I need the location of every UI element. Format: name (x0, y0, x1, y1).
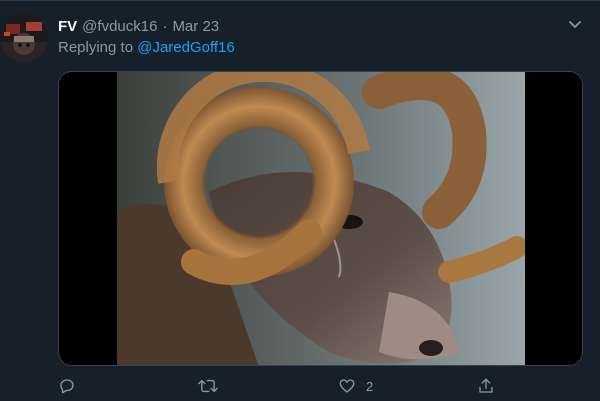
avatar[interactable] (0, 14, 48, 62)
display-name[interactable]: FV (58, 18, 77, 35)
share-icon (477, 377, 495, 395)
retweet-icon (198, 377, 218, 395)
ram-photo (59, 72, 582, 365)
tweet-media-image[interactable] (58, 71, 583, 366)
share-button[interactable] (477, 374, 505, 398)
replying-to: Replying to @JaredGoff16 (58, 39, 235, 56)
tweet-actions: 2 (58, 374, 538, 398)
tweet[interactable]: FV @fvduck16 · Mar 23 Replying to @Jared… (0, 0, 600, 401)
reply-button[interactable] (58, 374, 86, 398)
like-button[interactable]: 2 (338, 374, 373, 398)
retweet-button[interactable] (198, 374, 228, 398)
tweet-header: FV @fvduck16 · Mar 23 (58, 16, 219, 36)
replying-prefix: Replying to (58, 39, 134, 56)
chevron-down-icon[interactable] (564, 14, 586, 36)
like-count: 2 (366, 378, 374, 394)
tweet-date[interactable]: Mar 23 (172, 18, 219, 35)
replying-to-mention[interactable]: @JaredGoff16 (137, 39, 235, 56)
user-handle[interactable]: @fvduck16 (82, 18, 157, 35)
separator-dot: · (162, 17, 168, 35)
reply-icon (58, 377, 76, 395)
heart-icon (338, 377, 356, 395)
